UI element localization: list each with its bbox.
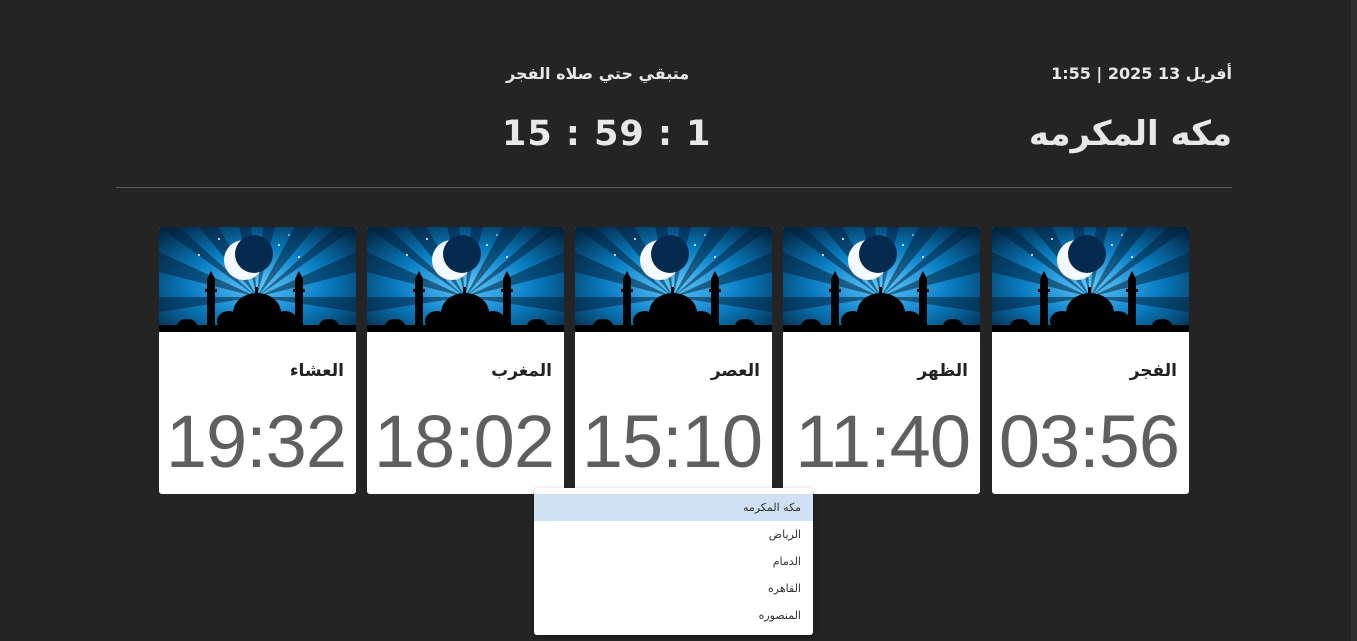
mosque-crescent-image: [783, 227, 980, 332]
page-scrollbar[interactable]: [1351, 0, 1357, 641]
prayer-card-dhuhr: الظهر 11:40: [783, 227, 980, 494]
city-option-cairo[interactable]: القاهره: [534, 575, 813, 602]
remaining-time-label: متبقي حتي صلاه الفجر: [506, 64, 690, 83]
mosque-crescent-image: [367, 227, 564, 332]
city-option-dammam[interactable]: الدمام: [534, 548, 813, 575]
prayer-cards: الفجر 03:56 الظهر 11:40 العصر 15:10 المغ…: [159, 227, 1189, 494]
header: أفريل 13 2025 | 1:55 مكه المكرمه متبقي ح…: [116, 0, 1232, 190]
mosque-crescent-image: [159, 227, 356, 332]
prayer-name: الظهر: [917, 361, 968, 381]
prayer-time: 15:10: [581, 400, 763, 483]
prayer-name: العصر: [710, 361, 760, 381]
prayer-time: 18:02: [373, 400, 555, 483]
city-option-riyadh[interactable]: الرياض: [534, 521, 813, 548]
prayer-name: العشاء: [289, 361, 344, 381]
header-divider: [116, 187, 1232, 188]
mosque-crescent-image: [992, 227, 1189, 332]
city-title: مكه المكرمه: [1028, 114, 1232, 154]
prayer-card-fajr: الفجر 03:56: [992, 227, 1189, 494]
prayer-card-asr: العصر 15:10: [575, 227, 772, 494]
prayer-time: 03:56: [998, 400, 1180, 483]
prayer-time: 11:40: [795, 400, 971, 483]
prayer-card-maghrib: المغرب 18:02: [367, 227, 564, 494]
countdown-timer: 15 : 59 : 1: [502, 114, 712, 154]
mosque-crescent-image: [575, 227, 772, 332]
prayer-name: المغرب: [491, 361, 552, 381]
prayer-time: 19:32: [165, 400, 347, 483]
prayer-name: الفجر: [1129, 361, 1177, 381]
prayer-card-isha: العشاء 19:32: [159, 227, 356, 494]
city-option-makkah[interactable]: مكه المكرمه: [534, 494, 813, 521]
city-dropdown-list[interactable]: مكه المكرمه الرياض الدمام القاهره المنصو…: [534, 488, 813, 635]
date-time-display: أفريل 13 2025 | 1:55: [1051, 64, 1232, 83]
city-option-mansoura[interactable]: المنصوره: [534, 602, 813, 629]
